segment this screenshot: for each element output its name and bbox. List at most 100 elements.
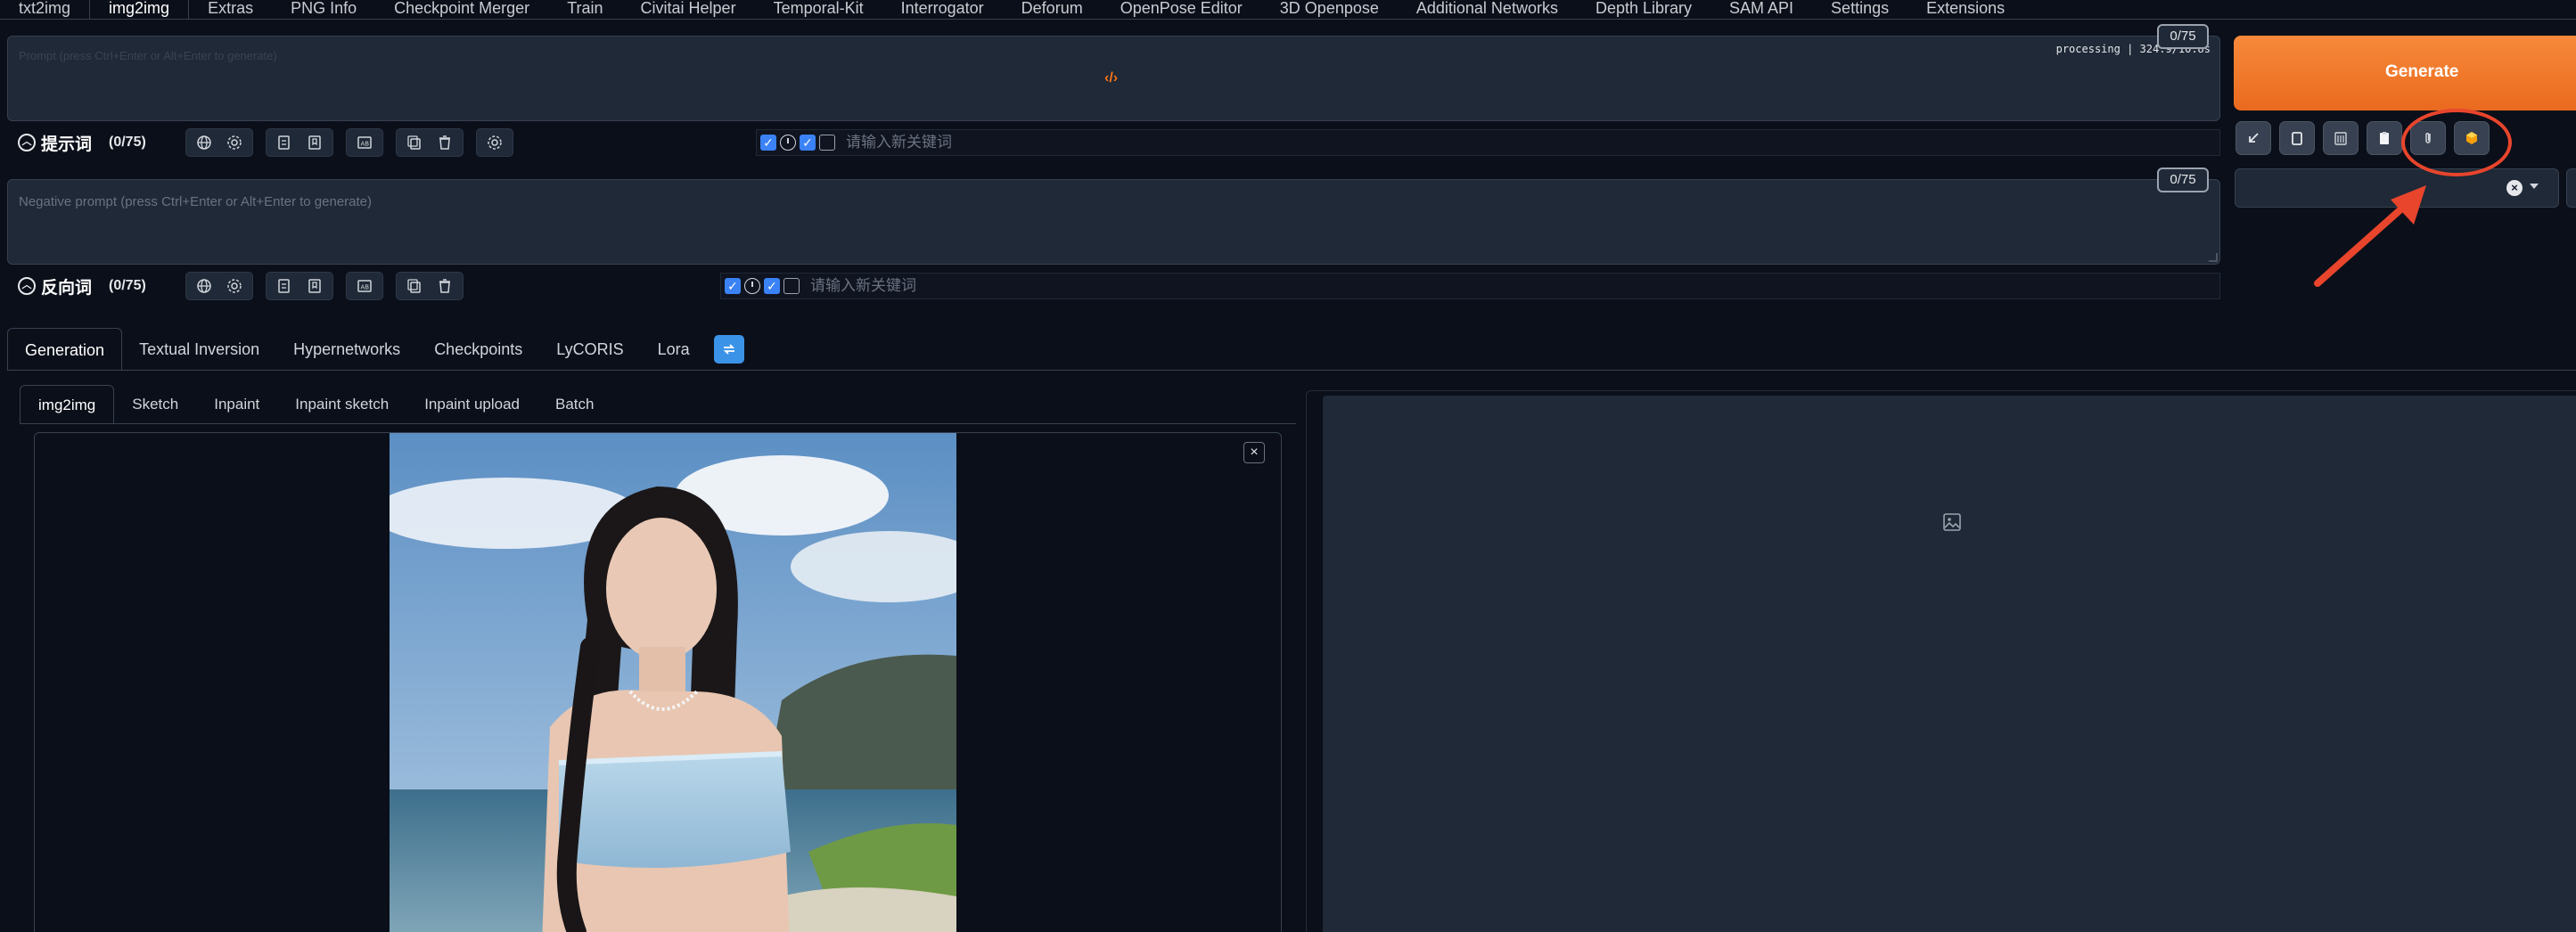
tab-depth-library[interactable]: Depth Library <box>1577 0 1710 20</box>
img2img-tab-sketch[interactable]: Sketch <box>114 385 196 424</box>
collapse-icon[interactable]: ︿ <box>18 134 36 151</box>
network-tab-lora[interactable]: Lora <box>641 328 707 371</box>
negative-keyword-input[interactable] <box>803 274 2219 298</box>
config-gear-icon[interactable] <box>482 132 507 153</box>
tab-checkpoint-merger[interactable]: Checkpoint Merger <box>375 0 548 20</box>
keyword-checkbox-3[interactable] <box>819 135 835 151</box>
tab-3d-openpose[interactable]: 3D Openpose <box>1261 0 1398 20</box>
tab-interrogator[interactable]: Interrogator <box>882 0 1003 20</box>
settings-gear-icon[interactable] <box>222 275 247 297</box>
network-tabs: Generation Textual Inversion Hypernetworks… <box>7 328 744 371</box>
tab-png-info[interactable]: PNG Info <box>272 0 375 20</box>
image-upload-area[interactable]: × <box>34 432 1282 932</box>
tab-extras[interactable]: Extras <box>189 0 272 20</box>
chevron-down-icon[interactable] <box>2530 184 2539 189</box>
prompt-toolbar-count: (0/75) <box>109 135 146 150</box>
tab-train[interactable]: Train <box>548 0 621 20</box>
network-tab-lycoris[interactable]: LyCORIS <box>539 328 640 371</box>
loading-spinner-icon: ‹/› <box>1104 70 1119 86</box>
prompt-btn-group-3: AB <box>346 128 383 157</box>
history-clock-icon[interactable] <box>780 135 796 151</box>
tab-txt2img[interactable]: txt2img <box>0 0 89 20</box>
translate-globe-icon[interactable] <box>192 275 217 297</box>
generate-button[interactable]: Generate <box>2234 36 2576 110</box>
network-tabs-divider <box>7 370 2576 371</box>
img2img-tabs-divider <box>20 423 1296 424</box>
prompt-keyword-input[interactable] <box>839 131 2219 154</box>
arrow-icon[interactable] <box>2236 121 2271 155</box>
history-list-icon[interactable] <box>272 132 297 153</box>
neg-btn-group-4 <box>396 272 464 300</box>
annotation-circle <box>2401 109 2512 176</box>
keyword-checkbox-1[interactable]: ✓ <box>725 278 741 294</box>
neg-btn-group-2 <box>266 272 333 300</box>
img2img-tab-inpaint[interactable]: Inpaint <box>196 385 277 424</box>
generate-label: Generate <box>2385 62 2459 81</box>
img2img-tab-batch[interactable]: Batch <box>537 385 611 424</box>
resize-handle-icon[interactable] <box>2209 253 2218 262</box>
keyword-checkbox-3[interactable] <box>783 278 800 294</box>
img2img-tab-inpaint-upload[interactable]: Inpaint upload <box>406 385 537 424</box>
annotation-arrow-icon <box>2314 185 2426 287</box>
negative-token-counter: 0/75 <box>2157 168 2209 192</box>
network-tab-hypernetworks[interactable]: Hypernetworks <box>276 328 417 371</box>
negative-toolbar-title: ︿ 反向词 <box>18 274 109 298</box>
tab-temporal-kit[interactable]: Temporal-Kit <box>755 0 882 20</box>
copy-icon[interactable] <box>402 132 427 153</box>
tab-deforum[interactable]: Deforum <box>1003 0 1102 20</box>
refresh-icon[interactable] <box>713 335 744 364</box>
tab-extensions[interactable]: Extensions <box>1907 0 2023 20</box>
prompt-btn-group-2 <box>266 128 333 157</box>
text-format-icon[interactable]: AB <box>352 132 377 153</box>
tab-sam-api[interactable]: SAM API <box>1710 0 1812 20</box>
bookmark-icon[interactable] <box>302 275 327 297</box>
svg-text:AB: AB <box>361 284 370 291</box>
tab-additional-networks[interactable]: Additional Networks <box>1398 0 1577 20</box>
top-tab-divider <box>0 19 2576 20</box>
prompt-btn-group-4 <box>396 128 464 157</box>
network-tab-checkpoints[interactable]: Checkpoints <box>417 328 539 371</box>
prompt-keyword-area: ✓ ✓ <box>756 129 2220 156</box>
delete-trash-icon[interactable] <box>432 275 457 297</box>
tab-civitai-helper[interactable]: Civitai Helper <box>622 0 755 20</box>
top-tab-bar: txt2img img2img Extras PNG Info Checkpoint M… <box>0 0 2576 20</box>
collapse-icon[interactable]: ︿ <box>18 277 36 295</box>
text-format-icon[interactable]: AB <box>352 275 377 297</box>
prompt-token-counter: 0/75 <box>2157 24 2209 49</box>
negative-prompt-toolbar: ︿ 反向词 (0/75) AB ✓ ✓ <box>7 270 2220 302</box>
history-list-icon[interactable] <box>272 275 297 297</box>
keyword-checkbox-2[interactable]: ✓ <box>800 135 816 151</box>
settings-gear-icon[interactable] <box>222 132 247 153</box>
remove-image-button[interactable]: × <box>1243 442 1265 463</box>
keyword-checkbox-1[interactable]: ✓ <box>760 135 776 151</box>
prompt-textarea[interactable]: Prompt (press Ctrl+Enter or Alt+Enter to… <box>7 24 2220 121</box>
translate-globe-icon[interactable] <box>192 132 217 153</box>
prompt-placeholder: Prompt (press Ctrl+Enter or Alt+Enter to… <box>19 49 277 62</box>
clear-selection-icon[interactable]: × <box>2506 180 2523 196</box>
prompt-btn-group-5 <box>476 128 513 157</box>
negative-prompt-textarea[interactable]: Negative prompt (press Ctrl+Enter or Alt… <box>7 168 2220 265</box>
trash-icon[interactable] <box>2279 121 2315 155</box>
negative-prompt-placeholder: Negative prompt (press Ctrl+Enter or Alt… <box>19 194 373 209</box>
notepad-icon[interactable] <box>2367 121 2402 155</box>
negative-toolbar-count: (0/75) <box>109 278 146 293</box>
img2img-tab-inpaint-sketch[interactable]: Inpaint sketch <box>277 385 406 424</box>
negative-keyword-area: ✓ ✓ <box>720 273 2220 299</box>
copy-icon[interactable] <box>402 275 427 297</box>
output-gallery <box>1323 396 2576 932</box>
neg-btn-group-1 <box>185 272 253 300</box>
style-refresh-button[interactable] <box>2566 168 2576 208</box>
bookmark-icon[interactable] <box>302 132 327 153</box>
network-tab-generation[interactable]: Generation <box>7 328 123 371</box>
img2img-tab-img2img[interactable]: img2img <box>20 385 115 424</box>
clipboard-icon[interactable] <box>2323 121 2359 155</box>
tab-img2img[interactable]: img2img <box>89 0 190 20</box>
network-tab-textual-inversion[interactable]: Textual Inversion <box>122 328 276 371</box>
tab-settings[interactable]: Settings <box>1812 0 1907 20</box>
keyword-checkbox-2[interactable]: ✓ <box>764 278 780 294</box>
tab-openpose-editor[interactable]: OpenPose Editor <box>1102 0 1261 20</box>
img2img-panel: img2img Sketch Inpaint Inpaint sketch Inpain… <box>20 385 1296 932</box>
history-clock-icon[interactable] <box>744 278 760 294</box>
delete-trash-icon[interactable] <box>432 132 457 153</box>
prompt-toolbar-label: 提示词 <box>41 135 93 154</box>
